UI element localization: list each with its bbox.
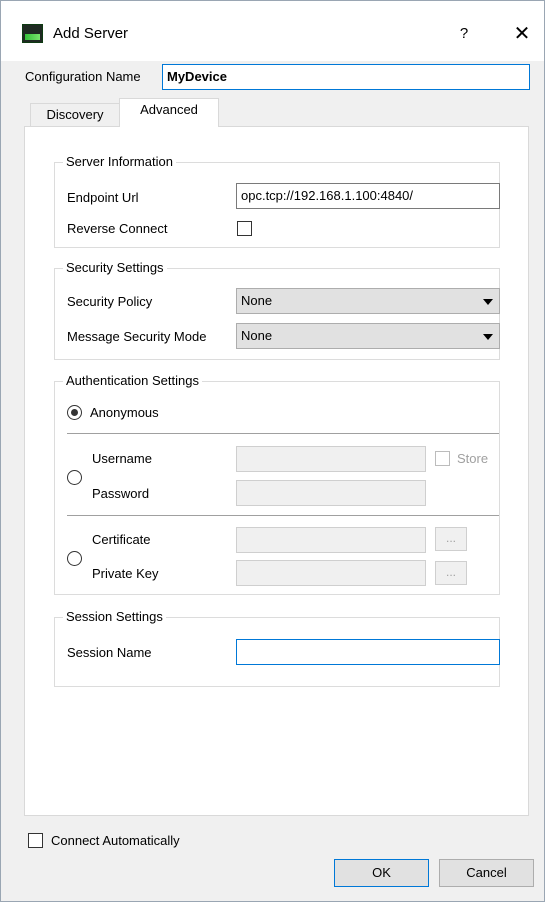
anonymous-label: Anonymous — [90, 405, 159, 420]
security-settings-group: Security Settings Security Policy None M… — [54, 260, 500, 360]
configuration-name-label: Configuration Name — [25, 69, 141, 84]
store-label: Store — [457, 451, 489, 466]
connect-automatically-label: Connect Automatically — [51, 833, 180, 848]
window-title: Add Server — [53, 25, 129, 42]
session-settings-group: Session Settings Session Name — [54, 609, 500, 687]
username-label: Username — [92, 451, 152, 466]
advanced-tab-panel: Server Information Endpoint Url opc.tcp:… — [24, 126, 529, 816]
username-radio[interactable] — [67, 470, 82, 485]
authentication-settings-title: Authentication Settings — [63, 373, 202, 388]
tab-discovery[interactable]: Discovery — [30, 103, 120, 127]
authentication-settings-group: Authentication Settings Anonymous Userna… — [54, 373, 500, 595]
message-security-mode-value: None — [241, 328, 273, 343]
message-security-mode-label: Message Security Mode — [67, 329, 207, 344]
private-key-label: Private Key — [92, 566, 159, 581]
session-settings-title: Session Settings — [63, 609, 166, 624]
password-label: Password — [92, 486, 150, 501]
session-name-label: Session Name — [67, 645, 152, 660]
divider — [67, 515, 499, 516]
endpoint-url-label: Endpoint Url — [67, 190, 139, 205]
add-server-dialog: Add Server ? ✕ Configuration Name MyDevi… — [0, 0, 545, 902]
username-input[interactable] — [236, 446, 426, 472]
session-name-input[interactable] — [236, 639, 500, 665]
chevron-down-icon — [483, 334, 493, 340]
certificate-radio[interactable] — [67, 551, 82, 566]
cancel-button[interactable]: Cancel — [439, 859, 534, 887]
password-input[interactable] — [236, 480, 426, 506]
browse-private-key-button[interactable]: ... — [435, 561, 467, 585]
security-policy-select[interactable]: None — [236, 288, 500, 314]
server-information-title: Server Information — [63, 154, 176, 169]
endpoint-url-input[interactable]: opc.tcp://192.168.1.100:4840/ — [236, 183, 500, 209]
certificate-label: Certificate — [92, 532, 151, 547]
ok-button[interactable]: OK — [334, 859, 429, 887]
reverse-connect-label: Reverse Connect — [67, 221, 168, 236]
close-button[interactable]: ✕ — [502, 19, 542, 49]
anonymous-radio[interactable] — [67, 405, 82, 420]
browse-certificate-button[interactable]: ... — [435, 527, 467, 551]
message-security-mode-select[interactable]: None — [236, 323, 500, 349]
security-policy-value: None — [241, 293, 273, 308]
tab-advanced[interactable]: Advanced — [119, 98, 219, 127]
server-information-group: Server Information Endpoint Url opc.tcp:… — [54, 154, 500, 248]
security-policy-label: Security Policy — [67, 294, 153, 309]
help-button[interactable]: ? — [444, 20, 484, 48]
connect-automatically-checkbox[interactable] — [28, 833, 43, 848]
store-checkbox[interactable] — [435, 451, 450, 466]
private-key-input[interactable] — [236, 560, 426, 586]
configuration-name-input[interactable]: MyDevice — [162, 64, 530, 90]
title-bar: Add Server ? ✕ — [1, 1, 544, 61]
reverse-connect-checkbox[interactable] — [237, 221, 252, 236]
certificate-input[interactable] — [236, 527, 426, 553]
divider — [67, 433, 499, 434]
chevron-down-icon — [483, 299, 493, 305]
app-icon — [22, 24, 43, 43]
security-settings-title: Security Settings — [63, 260, 167, 275]
